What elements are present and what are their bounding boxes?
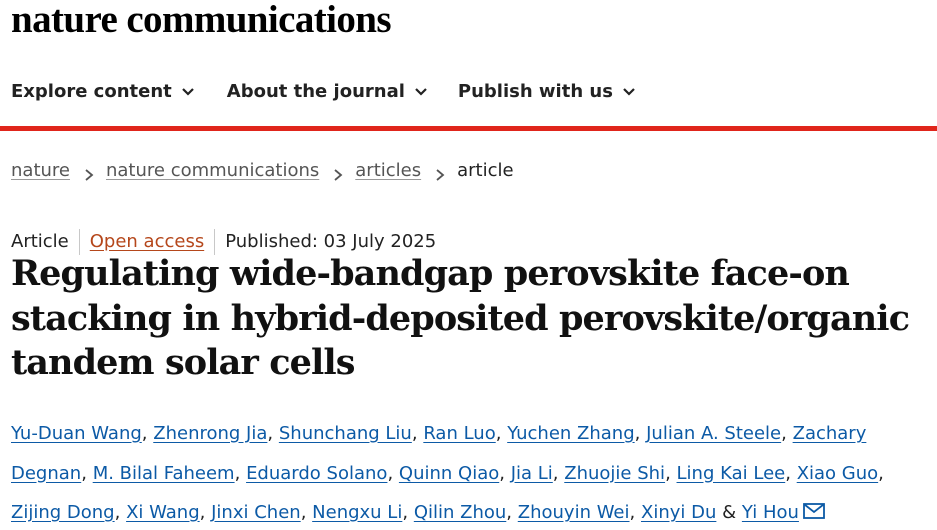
breadcrumb-nature[interactable]: nature — [11, 158, 70, 184]
author-link[interactable]: Xi Wang — [126, 502, 200, 523]
author-link[interactable]: Jia Li — [511, 463, 553, 484]
nav-explore-content[interactable]: Explore content — [11, 78, 195, 106]
author-link[interactable]: Nengxu Li — [312, 502, 402, 523]
chevron-down-icon — [414, 84, 428, 98]
author-link[interactable]: Quinn Qiao — [399, 463, 499, 484]
breadcrumb-articles[interactable]: articles — [355, 158, 421, 184]
author-separator: , — [506, 502, 513, 523]
author-separator: , — [781, 423, 787, 444]
nav-publish-with-us[interactable]: Publish with us — [458, 78, 636, 106]
breadcrumb-nature-communications[interactable]: nature communications — [106, 158, 319, 184]
author-list: Yu-Duan Wang, Zhenrong Jia, Shunchang Li… — [11, 414, 931, 530]
article-title: Regulating wide-bandgap perovskite face-… — [11, 253, 910, 383]
author-link[interactable]: Zhenrong Jia — [153, 423, 267, 444]
nav-item-label: Publish with us — [457, 81, 613, 102]
author-link[interactable]: M. Bilal Faheem — [93, 463, 235, 484]
author-separator: , — [402, 502, 409, 523]
main-nav: Explore content About the journal Publis… — [11, 78, 668, 106]
author-link[interactable]: Zijing Dong — [11, 502, 115, 523]
author-separator: , — [114, 502, 121, 523]
author-link[interactable]: Zhuojie Shi — [564, 463, 665, 484]
author-link[interactable]: Qilin Zhou — [414, 502, 506, 523]
author-link[interactable]: Zhouyin Wei — [518, 502, 630, 523]
author-link[interactable]: Shunchang Liu — [279, 423, 412, 444]
author-separator: , — [267, 423, 274, 444]
author-separator: , — [499, 462, 505, 484]
nav-item-label: Explore content — [11, 81, 172, 102]
chevron-right-icon — [84, 164, 94, 181]
author-separator: , — [634, 423, 641, 444]
breadcrumb-current: article — [457, 160, 514, 181]
author-separator: , — [552, 462, 559, 484]
chevron-right-icon — [435, 164, 445, 181]
author-separator: , — [81, 462, 87, 484]
author-separator: , — [234, 462, 241, 484]
nav-about-the-journal[interactable]: About the journal — [227, 78, 428, 106]
author-separator: , — [495, 423, 502, 444]
author-link[interactable]: Ran Luo — [423, 423, 495, 444]
author-separator: , — [665, 462, 671, 484]
header-accent-rule — [0, 126, 937, 131]
breadcrumb: nature nature communications articles ar… — [11, 158, 514, 184]
author-link[interactable]: Yi Hou — [742, 502, 799, 523]
author-separator: , — [878, 462, 884, 484]
author-separator: , — [199, 502, 206, 523]
author-link[interactable]: Eduardo Solano — [246, 463, 387, 484]
author-link[interactable]: Jinxi Chen — [211, 502, 301, 523]
author-link[interactable]: Julian A. Steele — [646, 423, 781, 444]
chevron-down-icon — [622, 84, 636, 98]
author-separator: , — [141, 423, 148, 444]
author-link[interactable]: Yu-Duan Wang — [11, 423, 142, 444]
nav-item-label: About the journal — [226, 81, 405, 102]
author-link[interactable]: Yuchen Zhang — [507, 423, 634, 444]
author-separator: , — [629, 502, 636, 523]
author-separator: , — [300, 502, 307, 523]
chevron-right-icon — [333, 164, 343, 181]
author-joiner: & — [722, 502, 737, 523]
chevron-down-icon — [181, 84, 195, 98]
author-link[interactable]: Xiao Guo — [797, 463, 878, 484]
author-link[interactable]: Ling Kai Lee — [677, 463, 786, 484]
mail-icon[interactable] — [803, 494, 825, 519]
author-separator: , — [387, 462, 394, 484]
author-link[interactable]: Xinyi Du — [641, 502, 716, 523]
author-separator: , — [785, 462, 791, 484]
journal-logo[interactable]: nature communications — [11, 0, 392, 42]
author-separator: , — [411, 423, 418, 444]
